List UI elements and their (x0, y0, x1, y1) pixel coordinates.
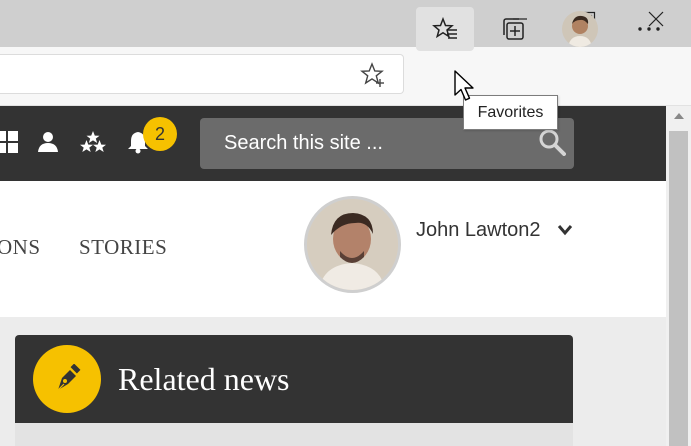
browser-toolbar (0, 47, 691, 106)
nav-link-stories[interactable]: STORIES (79, 235, 167, 260)
related-news-badge (33, 345, 101, 413)
ratings-button[interactable] (78, 127, 108, 157)
search-icon[interactable] (538, 128, 566, 156)
chevron-down-icon[interactable] (557, 223, 573, 237)
related-news-body (15, 423, 573, 446)
favorites-button[interactable] (416, 7, 474, 51)
scroll-up-button[interactable] (666, 106, 691, 126)
address-bar[interactable] (0, 54, 404, 94)
related-news-title: Related news (118, 361, 290, 397)
more-icon (638, 27, 660, 31)
avatar (562, 11, 598, 47)
windows-icon (0, 131, 18, 153)
collections-button[interactable] (484, 7, 542, 51)
windows-button[interactable] (0, 127, 22, 157)
scrollbar-thumb[interactable] (669, 131, 688, 446)
collections-icon (503, 18, 524, 40)
user-icon (38, 132, 58, 152)
stars-icon (80, 131, 106, 152)
more-button[interactable] (620, 7, 678, 51)
favorites-icon (432, 17, 457, 39)
nav-link-ons[interactable]: ONS (0, 235, 41, 260)
caret-up-icon (673, 113, 684, 119)
favorites-tooltip: Favorites (463, 95, 558, 130)
user-avatar[interactable] (304, 196, 401, 293)
user-photo-icon (307, 199, 398, 290)
pen-nib-icon (57, 364, 81, 391)
notification-badge: 2 (143, 117, 177, 151)
account-button[interactable] (33, 127, 63, 157)
star-add-icon[interactable] (360, 62, 386, 88)
profile-photo-icon (562, 11, 598, 47)
mouse-cursor-icon (454, 70, 474, 101)
profile-button[interactable] (551, 7, 609, 51)
user-name[interactable]: John Lawton2 (416, 219, 541, 242)
